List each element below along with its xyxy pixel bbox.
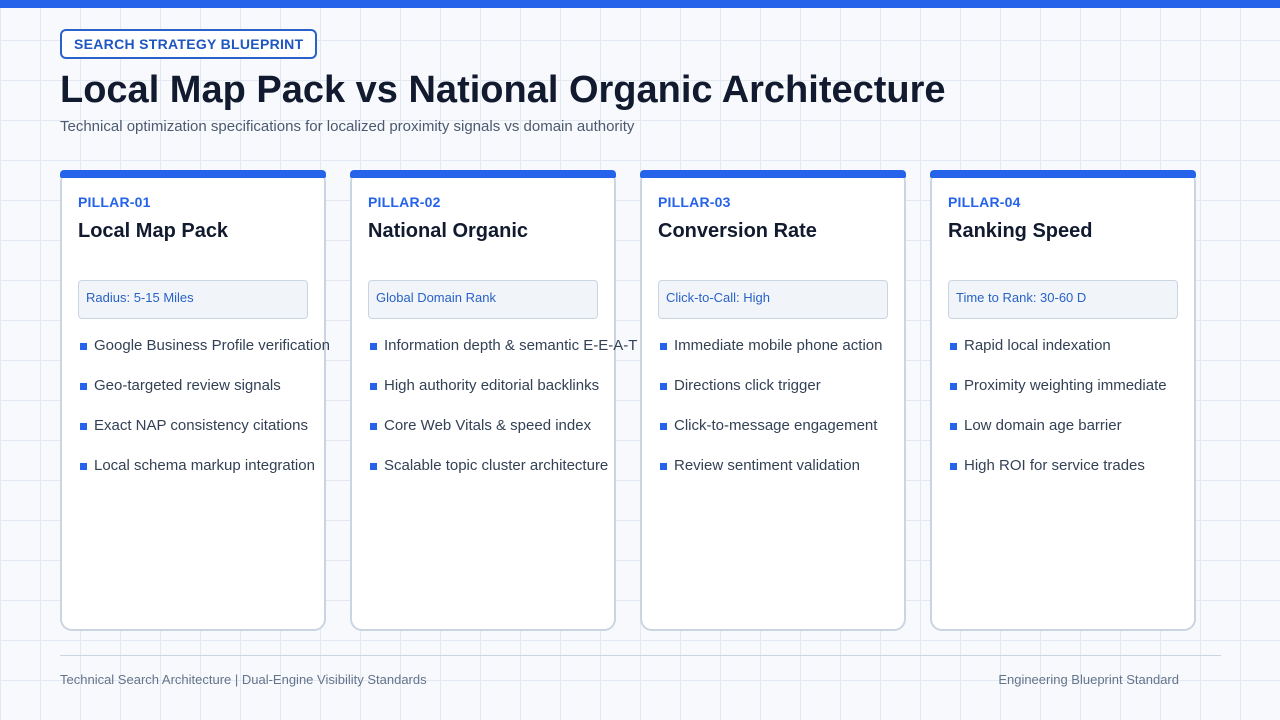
list-item: High authority editorial backlinks xyxy=(368,375,637,415)
bullet-square-icon xyxy=(370,383,377,390)
feature-text: Rapid local indexation xyxy=(964,337,1111,354)
feature-list: Information depth & semantic E-E-A-T Hig… xyxy=(368,335,637,495)
list-item: Click-to-message engagement xyxy=(658,415,882,455)
list-item: Google Business Profile verification xyxy=(78,335,330,375)
list-item: Review sentiment validation xyxy=(658,455,882,495)
bullet-square-icon xyxy=(950,463,957,470)
pillar-metric: Time to Rank: 30-60 D xyxy=(948,280,1178,319)
pillar-title: Local Map Pack xyxy=(78,220,229,242)
list-item: Geo-targeted review signals xyxy=(78,375,330,415)
bullet-square-icon xyxy=(660,423,667,430)
bullet-square-icon xyxy=(950,423,957,430)
pillar-card-conversion-rate: PILLAR-03 Conversion Rate Click-to-Call:… xyxy=(640,170,906,631)
pillar-card-ranking-speed: PILLAR-04 Ranking Speed Time to Rank: 30… xyxy=(930,170,1196,631)
list-item: Core Web Vitals & speed index xyxy=(368,415,637,455)
bullet-square-icon xyxy=(660,383,667,390)
feature-list: Immediate mobile phone action Directions… xyxy=(658,335,882,495)
feature-list: Google Business Profile verification Geo… xyxy=(78,335,330,495)
bullet-square-icon xyxy=(80,383,87,390)
footer-standard-label: Engineering Blueprint Standard xyxy=(998,672,1179,687)
pillar-title: National Organic xyxy=(368,220,529,242)
bullet-square-icon xyxy=(660,343,667,350)
feature-text: Low domain age barrier xyxy=(964,417,1122,434)
pillar-card-national-organic: PILLAR-02 National Organic Global Domain… xyxy=(350,170,637,631)
pillar-id: PILLAR-04 xyxy=(948,194,1021,210)
feature-text: Click-to-message engagement xyxy=(674,417,878,434)
feature-text: Local schema markup integration xyxy=(94,457,315,474)
bullet-square-icon xyxy=(80,423,87,430)
feature-text: Exact NAP consistency citations xyxy=(94,417,308,434)
pillar-cards: PILLAR-01 Local Map Pack Radius: 5-15 Mi… xyxy=(60,170,1200,631)
bullet-square-icon xyxy=(370,423,377,430)
feature-text: Information depth & semantic E-E-A-T xyxy=(384,337,638,354)
pillar-metric: Radius: 5-15 Miles xyxy=(78,280,308,319)
pillar-title: Ranking Speed xyxy=(948,220,1093,242)
feature-text: Core Web Vitals & speed index xyxy=(384,417,592,434)
category-badge: SEARCH STRATEGY BLUEPRINT xyxy=(60,29,318,59)
bullet-square-icon xyxy=(370,463,377,470)
list-item: Proximity weighting immediate xyxy=(948,375,1167,415)
bullet-square-icon xyxy=(80,463,87,470)
pillar-id: PILLAR-02 xyxy=(368,194,441,210)
feature-text: Scalable topic cluster architecture xyxy=(384,457,609,474)
pillar-id: PILLAR-03 xyxy=(658,194,731,210)
pillar-card-local-map-pack: PILLAR-01 Local Map Pack Radius: 5-15 Mi… xyxy=(60,170,330,631)
bullet-square-icon xyxy=(950,343,957,350)
list-item: Scalable topic cluster architecture xyxy=(368,455,637,495)
bullet-square-icon xyxy=(950,383,957,390)
bullet-square-icon xyxy=(370,343,377,350)
list-item: High ROI for service trades xyxy=(948,455,1167,495)
feature-text: High authority editorial backlinks xyxy=(384,377,600,394)
pillar-metric: Global Domain Rank xyxy=(368,280,598,319)
feature-list: Rapid local indexation Proximity weighti… xyxy=(948,335,1167,495)
list-item: Directions click trigger xyxy=(658,375,882,415)
feature-text: Proximity weighting immediate xyxy=(964,377,1167,394)
feature-text: Directions click trigger xyxy=(674,377,821,394)
pillar-metric: Click-to-Call: High xyxy=(658,280,888,319)
bullet-square-icon xyxy=(80,343,87,350)
page-title: Local Map Pack vs National Organic Archi… xyxy=(60,69,946,111)
footer-divider xyxy=(60,655,1221,656)
footer-caption: Technical Search Architecture | Dual-Eng… xyxy=(60,672,427,687)
list-item: Information depth & semantic E-E-A-T xyxy=(368,335,637,375)
feature-text: Immediate mobile phone action xyxy=(674,337,883,354)
page-subtitle: Technical optimization specifications fo… xyxy=(60,118,635,135)
list-item: Local schema markup integration xyxy=(78,455,330,495)
feature-text: High ROI for service trades xyxy=(964,457,1145,474)
list-item: Rapid local indexation xyxy=(948,335,1167,375)
list-item: Exact NAP consistency citations xyxy=(78,415,330,455)
bullet-square-icon xyxy=(660,463,667,470)
list-item: Immediate mobile phone action xyxy=(658,335,882,375)
list-item: Low domain age barrier xyxy=(948,415,1167,455)
pillar-title: Conversion Rate xyxy=(658,220,817,242)
pillar-id: PILLAR-01 xyxy=(78,194,151,210)
feature-text: Google Business Profile verification xyxy=(94,337,330,354)
feature-text: Review sentiment validation xyxy=(674,457,860,474)
feature-text: Geo-targeted review signals xyxy=(94,377,281,394)
top-accent-bar xyxy=(0,0,1280,8)
